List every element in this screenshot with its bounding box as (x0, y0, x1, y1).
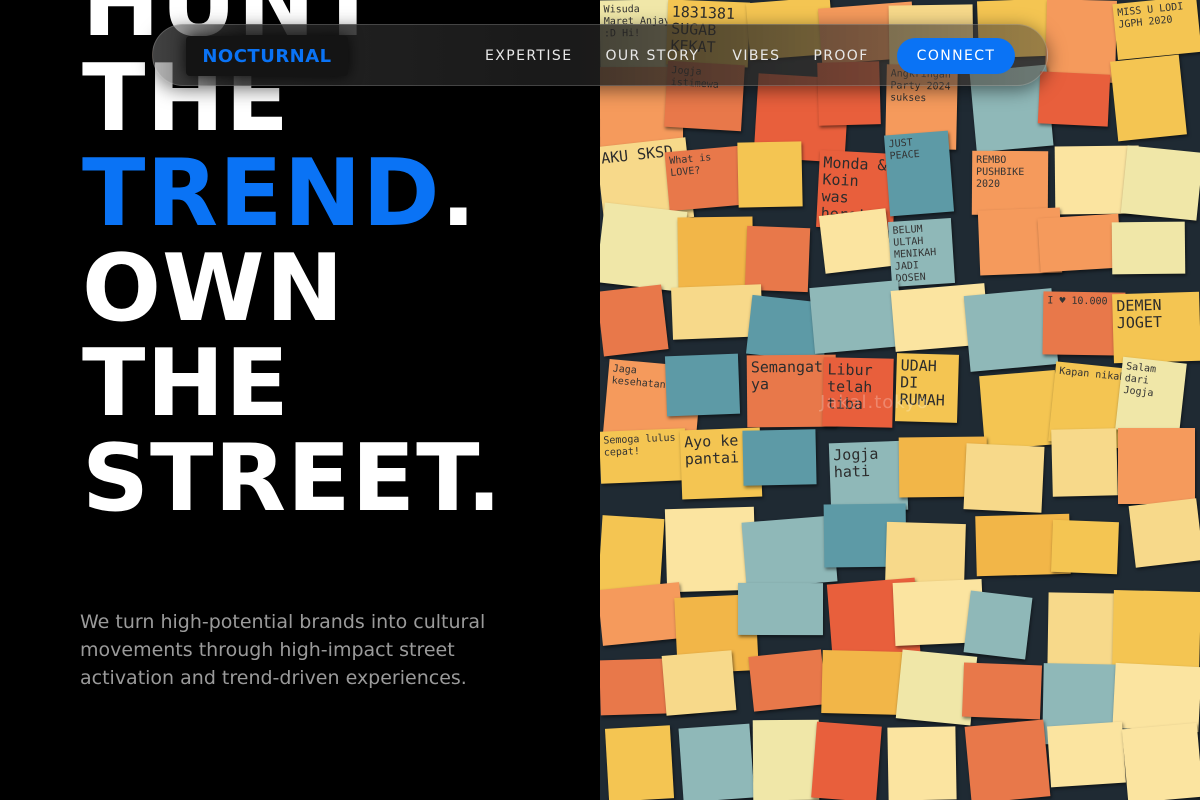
sticky-note-text: Jaga kesehatan! (611, 363, 673, 392)
headline-line-4: OWN (82, 234, 345, 342)
sticky-note (1037, 71, 1111, 127)
sticky-note (818, 208, 893, 274)
nav-links: EXPERTISE OUR STORY VIBES PROOF (485, 25, 902, 87)
sticky-note (1047, 721, 1126, 788)
sticky-note (1037, 213, 1122, 273)
sticky-note (885, 521, 966, 585)
sticky-note-text: REMBO PUSHBIKE 2020 (975, 154, 1025, 190)
sticky-note (1120, 145, 1200, 221)
sticky-note-text: BELUM ULTAH MENIKAH JADI DOSEN (892, 223, 937, 285)
nav-link-our-story[interactable]: OUR STORY (605, 48, 699, 64)
sticky-note (600, 284, 669, 357)
sticky-note (1112, 590, 1200, 672)
headline-line-6: STREET. (82, 424, 503, 532)
sticky-note: REMBO PUSHBIKE 2020 (971, 150, 1049, 216)
sticky-note (600, 202, 688, 292)
connect-button[interactable]: CONNECT (897, 38, 1015, 74)
sticky-note (600, 582, 685, 646)
headline-period: . (440, 139, 477, 247)
sticky-note (1045, 0, 1117, 83)
headline-line-5: THE (82, 329, 290, 437)
sticky-note (963, 590, 1033, 660)
nav-link-vibes[interactable]: VIBES (732, 48, 780, 64)
sticky-note: MISS U LODI JGPH 2020 (1112, 0, 1200, 61)
watermark: Jakal.tokyo (820, 392, 929, 413)
sticky-note (664, 506, 757, 593)
sticky-notes-collage: Wisuda Maret Anjay :D Hi!1831381 SUGAB K… (600, 0, 1200, 800)
sticky-note (1118, 428, 1195, 504)
sticky-note-text: Jogja hati (832, 444, 879, 482)
sticky-note (661, 650, 737, 716)
sticky-note (1051, 519, 1119, 575)
sticky-note (1047, 592, 1122, 669)
sticky-note-text: MISS U LODI JGPH 2020 (1116, 1, 1184, 31)
sticky-note (744, 225, 811, 293)
sticky-note: Salam dari Jogja (1115, 356, 1187, 437)
sticky-note (1111, 221, 1186, 275)
sticky-note-text: AKU SKSD (600, 141, 674, 168)
sticky-note (748, 649, 827, 712)
sticky-note-text: Semangat ya (750, 357, 824, 394)
navbar: NOCTURNAL EXPERTISE OUR STORY VIBES PROO… (152, 24, 1048, 86)
hero-left-panel: HUNT THE TREND. OWN THE STREET. We turn … (0, 0, 600, 800)
sticky-note (1110, 54, 1187, 142)
sticky-note-text: Semoga lulus cepat! (603, 432, 676, 459)
sticky-note (963, 443, 1045, 513)
sticky-note-text: I ♥ 10.000 (1047, 295, 1108, 308)
sticky-note: What is LOVE? (664, 145, 744, 212)
hero-tagline: We turn high-potential brands into cultu… (80, 611, 486, 689)
sticky-note (604, 725, 675, 800)
sticky-note-text: JUST PEACE (888, 137, 921, 163)
headline-accent-word: TREND (82, 139, 441, 247)
sticky-note (664, 353, 741, 417)
brand-logo[interactable]: NOCTURNAL (186, 36, 348, 76)
sticky-note (821, 650, 905, 715)
sticky-note (809, 280, 904, 354)
sticky-note: Semoga lulus cepat! (600, 428, 688, 484)
sticky-note: BELUM ULTAH MENIKAH JADI DOSEN (887, 218, 956, 287)
sticky-note (1051, 428, 1118, 497)
sticky-note (961, 662, 1043, 720)
sticky-note (737, 582, 824, 636)
sticky-note (1121, 722, 1200, 800)
sticky-note-text: Salam dari Jogja (1122, 361, 1157, 400)
nav-link-proof[interactable]: PROOF (813, 48, 868, 64)
sticky-note (752, 719, 820, 800)
sticky-note (1128, 498, 1200, 568)
sticky-note (677, 216, 754, 295)
sticky-note-text: Ayo ke pantai (683, 431, 740, 469)
sticky-note (742, 429, 817, 486)
sticky-note (964, 719, 1051, 800)
sticky-note-text: DEMEN JOGET (1116, 295, 1163, 333)
sticky-note (1112, 662, 1200, 733)
headline-line-3: TREND. (82, 146, 503, 241)
sticky-note: Jogja hati (828, 440, 909, 513)
sticky-note (678, 723, 755, 800)
sticky-note: JUST PEACE (883, 130, 955, 217)
sticky-note: DEMEN JOGET (1112, 291, 1200, 364)
nav-link-expertise[interactable]: EXPERTISE (485, 48, 572, 64)
sticky-note (887, 726, 957, 800)
sticky-note-text: What is LOVE? (668, 152, 712, 179)
sticky-note (737, 141, 803, 208)
sticky-note (811, 721, 882, 800)
